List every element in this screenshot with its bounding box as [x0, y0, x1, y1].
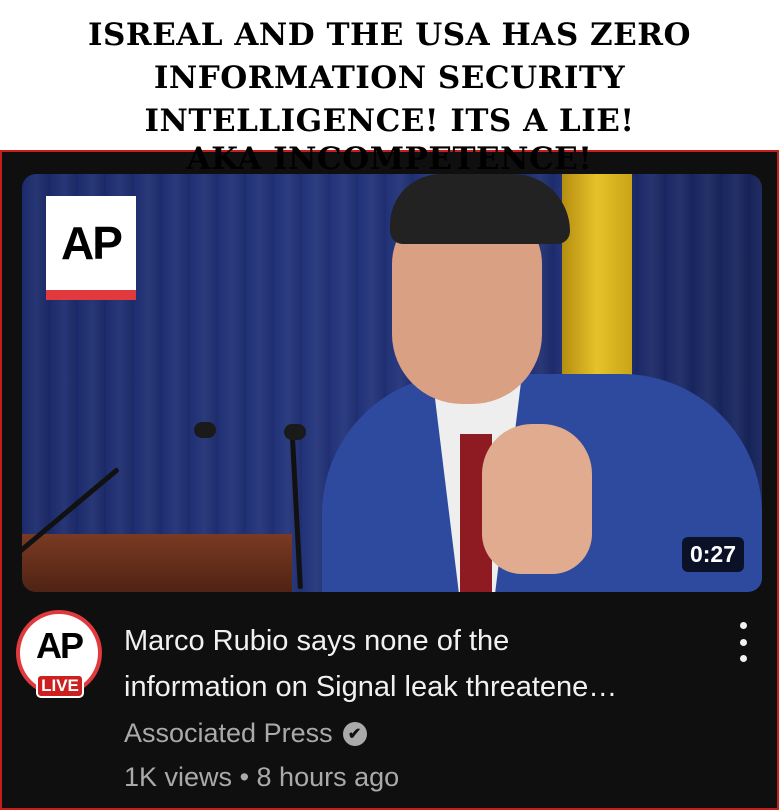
view-count: 1K views [124, 762, 233, 792]
ap-logo-text: AP [61, 217, 123, 269]
verified-check-icon: ✔ [342, 721, 367, 746]
thumbnail-speaker [322, 174, 762, 592]
video-duration-badge: 0:27 [681, 537, 744, 572]
microphone-right-head [284, 424, 306, 440]
video-title-line-1: Marco Rubio says none of the [124, 625, 510, 657]
meta-separator: • [239, 762, 250, 792]
microphone-left-head [194, 422, 216, 438]
channel-name: Associated Press [124, 718, 333, 748]
speaker-hand [482, 424, 592, 574]
menu-dot [739, 655, 747, 662]
menu-dot [739, 638, 747, 646]
caption-line-3: INTELLIGENCE! ITS A LIE! [144, 103, 635, 139]
ap-logo: AP [46, 196, 136, 300]
video-title-line-2: information on Signal leak threatene… [124, 671, 618, 703]
channel-avatar-text: AP [35, 625, 84, 666]
channel-name-row[interactable]: Associated Press ✔ [124, 718, 367, 749]
thumbnail-podium [22, 534, 292, 592]
video-thumbnail[interactable]: AP 0:27 [22, 174, 762, 592]
upload-age: 8 hours ago [256, 762, 400, 792]
video-card[interactable]: AP 0:27 AP LIVE Marco Rubio says none of… [0, 150, 779, 810]
caption-line-2: INFORMATION SECURITY [153, 60, 626, 96]
live-badge: LIVE [36, 674, 84, 698]
meme-caption: ISREAL AND THE USA HAS ZERO INFORMATION … [0, 0, 779, 150]
more-vert-icon[interactable] [732, 622, 754, 662]
caption-line-1: ISREAL AND THE USA HAS ZERO [87, 17, 692, 53]
video-metadata: 1K views • 8 hours ago [124, 762, 399, 793]
video-title[interactable]: Marco Rubio says none of the information… [124, 618, 704, 710]
speaker-hair [390, 174, 570, 244]
menu-dot [739, 622, 747, 629]
